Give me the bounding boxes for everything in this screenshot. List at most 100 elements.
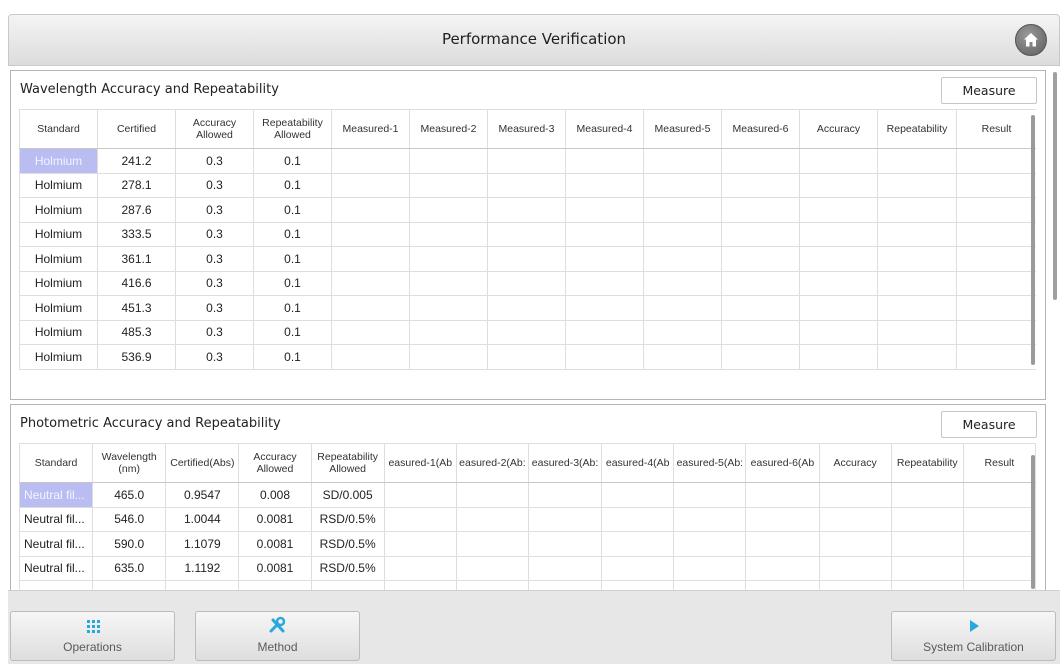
table-cell[interactable] — [565, 197, 644, 223]
table-row[interactable]: Holmium 278.1 0.3 0.1 — [19, 172, 1036, 198]
table-cell[interactable] — [745, 482, 820, 508]
table-cell[interactable] — [527, 482, 603, 508]
table-row[interactable]: Holmium 536.9 0.3 0.1 — [19, 344, 1036, 370]
table-cell[interactable]: RSD/0.5% — [310, 506, 385, 532]
table-cell[interactable]: 1.1079 — [165, 531, 240, 557]
table-cell[interactable] — [956, 344, 1036, 370]
table-cell[interactable] — [409, 270, 488, 296]
column-header[interactable]: easured-6(Ab — [745, 443, 820, 483]
table-cell[interactable]: 241.2 — [97, 148, 176, 174]
table-cell[interactable]: 1.0044 — [165, 506, 240, 532]
table-cell[interactable] — [890, 482, 964, 508]
table-cell[interactable] — [601, 531, 675, 557]
table-cell[interactable] — [956, 319, 1036, 345]
table-cell[interactable]: 0.1 — [253, 221, 332, 247]
table-cell[interactable] — [877, 344, 957, 370]
column-header[interactable]: Accuracy Allowed — [238, 443, 312, 483]
table-cell[interactable]: RSD/0.5% — [310, 531, 385, 557]
table-cell[interactable]: Neutral fil... — [19, 531, 94, 557]
table-cell[interactable] — [799, 344, 878, 370]
column-header[interactable]: Repeatability Allowed — [253, 109, 332, 149]
table-cell[interactable]: Holmium — [19, 270, 98, 296]
table-cell[interactable] — [565, 148, 644, 174]
table-cell[interactable] — [643, 270, 722, 296]
column-header[interactable]: Certified — [97, 109, 176, 149]
photometric-scrollbar[interactable] — [1031, 455, 1035, 589]
table-cell[interactable] — [565, 172, 644, 198]
table-cell[interactable] — [331, 295, 410, 321]
table-cell[interactable] — [487, 344, 566, 370]
table-cell[interactable] — [673, 531, 747, 557]
table-cell[interactable]: Holmium — [19, 344, 98, 370]
table-cell[interactable]: 0.9547 — [165, 482, 240, 508]
table-cell[interactable] — [409, 246, 488, 272]
table-cell[interactable]: RSD/0.5% — [310, 555, 385, 581]
table-cell[interactable] — [331, 344, 410, 370]
table-cell[interactable]: 278.1 — [97, 172, 176, 198]
table-cell[interactable] — [527, 531, 603, 557]
table-cell[interactable] — [643, 319, 722, 345]
column-header[interactable]: Repeatability Allowed — [310, 443, 385, 483]
table-cell[interactable] — [487, 172, 566, 198]
table-cell[interactable] — [818, 531, 892, 557]
table-cell[interactable] — [455, 482, 529, 508]
table-cell[interactable]: 0.1 — [253, 246, 332, 272]
table-cell[interactable]: 546.0 — [92, 506, 167, 532]
table-cell[interactable] — [643, 172, 722, 198]
table-cell[interactable]: Neutral fil... — [19, 506, 94, 532]
table-cell[interactable] — [877, 221, 957, 247]
table-cell[interactable] — [565, 295, 644, 321]
table-row[interactable]: Holmium 416.6 0.3 0.1 — [19, 270, 1036, 296]
table-row[interactable]: Neutral fil... 635.0 1.1192 0.0081 RSD/0.5% — [19, 555, 1036, 581]
column-header[interactable]: Accuracy — [799, 109, 878, 149]
table-cell[interactable] — [956, 221, 1036, 247]
table-cell[interactable]: 416.6 — [97, 270, 176, 296]
table-cell[interactable]: 0.1 — [253, 172, 332, 198]
table-cell[interactable]: Neutral fil... — [19, 482, 94, 508]
table-cell[interactable] — [565, 221, 644, 247]
table-row[interactable]: Holmium 485.3 0.3 0.1 — [19, 319, 1036, 345]
table-cell[interactable] — [890, 531, 964, 557]
column-header[interactable]: Measured-4 — [565, 109, 644, 149]
table-cell[interactable] — [383, 482, 457, 508]
table-cell[interactable] — [565, 319, 644, 345]
table-cell[interactable] — [643, 148, 722, 174]
table-cell[interactable] — [962, 531, 1036, 557]
table-cell[interactable] — [331, 172, 410, 198]
table-row[interactable]: Neutral fil... 546.0 1.0044 0.0081 RSD/0.5% — [19, 506, 1036, 532]
table-cell[interactable] — [745, 506, 820, 532]
table-row[interactable]: Holmium 333.5 0.3 0.1 — [19, 221, 1036, 247]
table-cell[interactable] — [721, 197, 800, 223]
table-cell[interactable]: SD/0.005 — [310, 482, 385, 508]
table-cell[interactable] — [487, 246, 566, 272]
table-cell[interactable]: 0.1 — [253, 197, 332, 223]
table-cell[interactable] — [721, 344, 800, 370]
table-cell[interactable]: 0.3 — [175, 197, 254, 223]
table-cell[interactable] — [799, 295, 878, 321]
table-cell[interactable]: 0.1 — [253, 344, 332, 370]
table-cell[interactable]: 287.6 — [97, 197, 176, 223]
column-header[interactable]: easured-2(Ab: — [455, 443, 529, 483]
table-row[interactable]: Holmium 451.3 0.3 0.1 — [19, 295, 1036, 321]
table-cell[interactable] — [877, 172, 957, 198]
table-cell[interactable]: 0.1 — [253, 270, 332, 296]
table-cell[interactable] — [956, 246, 1036, 272]
table-cell[interactable] — [956, 270, 1036, 296]
table-cell[interactable] — [799, 172, 878, 198]
table-cell[interactable]: 0.3 — [175, 295, 254, 321]
table-cell[interactable] — [877, 148, 957, 174]
table-cell[interactable] — [331, 319, 410, 345]
table-cell[interactable]: 1.1192 — [165, 555, 240, 581]
photometric-table-wrap[interactable]: Standard Wavelength (nm) Certified(Abs) Acc… — [19, 443, 1036, 591]
table-cell[interactable] — [527, 555, 603, 581]
column-header[interactable]: Result — [962, 443, 1036, 483]
table-cell[interactable] — [601, 555, 675, 581]
table-row[interactable]: Neutral fil... 465.0 0.9547 0.008 SD/0.005 — [19, 482, 1036, 508]
table-cell[interactable] — [673, 482, 747, 508]
table-cell[interactable] — [601, 506, 675, 532]
table-cell[interactable]: 0.3 — [175, 319, 254, 345]
column-header[interactable]: easured-5(Ab: — [673, 443, 747, 483]
table-cell[interactable] — [956, 197, 1036, 223]
table-cell[interactable] — [799, 197, 878, 223]
table-cell[interactable] — [565, 344, 644, 370]
